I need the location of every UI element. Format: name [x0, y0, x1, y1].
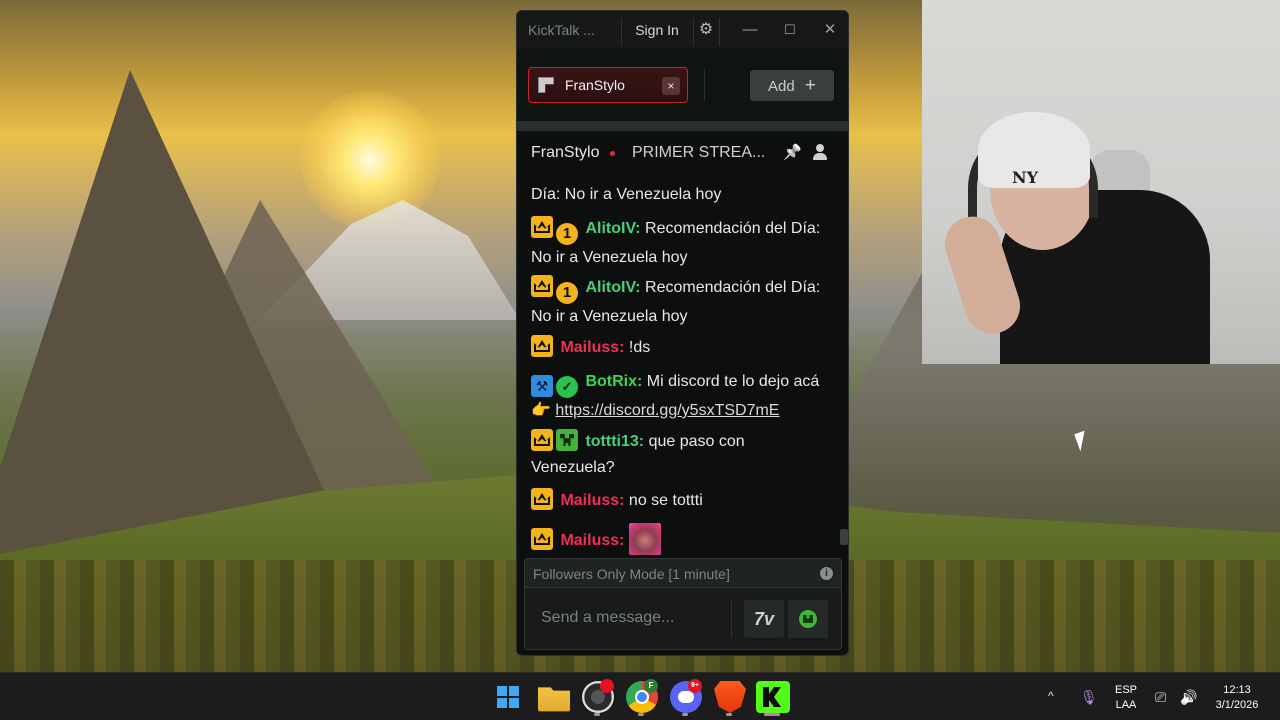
- clock-time[interactable]: 12:13: [1208, 683, 1266, 697]
- tab-franstylo[interactable]: FranStylo ×: [528, 67, 688, 103]
- gear-icon[interactable]: ⚙: [693, 17, 719, 43]
- chat-message: Mailuss: no se tottti: [531, 488, 831, 514]
- window-title: KickTalk ...: [528, 22, 595, 38]
- header-divider: [517, 121, 848, 131]
- channel-name: FranStylo: [531, 144, 600, 161]
- chat-log[interactable]: Día: No ir a Venezuela hoy 1 AlitoIV: Re…: [517, 173, 848, 557]
- hat-logo: NY: [1012, 168, 1039, 187]
- obs-notification-badge: [600, 679, 614, 693]
- subscriber-badge-icon: 1: [556, 282, 578, 304]
- title-bar[interactable]: KickTalk ... Sign In ⚙ — ☐ ✕: [517, 11, 848, 49]
- crown-badge-icon: [531, 488, 553, 510]
- chat-message: 1 AlitoIV: Recomendación del Día: No ir …: [531, 216, 831, 271]
- channel-avatar-icon: [538, 77, 554, 93]
- discord-link[interactable]: https://discord.gg/y5sxTSD7mE: [555, 402, 779, 419]
- clock-date[interactable]: 3/1/2026: [1208, 698, 1266, 712]
- chat-message: Mailuss:: [531, 523, 831, 555]
- chevron-up-icon[interactable]: ^: [1048, 689, 1054, 703]
- active-window-indicator: [764, 713, 780, 716]
- minimize-icon[interactable]: —: [735, 17, 765, 43]
- sign-in-button[interactable]: Sign In: [621, 17, 693, 43]
- crown-badge-icon: [531, 429, 553, 451]
- message-input[interactable]: [541, 609, 731, 627]
- message-text: Mi discord te lo dejo acá: [646, 373, 820, 390]
- chat-username[interactable]: tottti13:: [585, 433, 644, 450]
- tab-label: FranStylo: [565, 77, 625, 93]
- message-text: !ds: [628, 339, 651, 356]
- chat-username[interactable]: AlitoIV:: [585, 279, 640, 296]
- kick-emote-button[interactable]: [788, 600, 828, 638]
- crown-badge-icon: [531, 216, 553, 238]
- running-indicator: [682, 713, 688, 716]
- followers-only-text: Followers Only Mode [1 minute]: [533, 566, 730, 582]
- chat-username[interactable]: Mailuss:: [560, 532, 624, 549]
- maximize-icon[interactable]: ☐: [775, 17, 805, 43]
- channel-tab-bar: FranStylo × Add +: [517, 49, 848, 121]
- chat-message: Mailuss: !ds: [531, 335, 831, 361]
- crown-badge-icon: [531, 335, 553, 357]
- kicktalk-window: KickTalk ... Sign In ⚙ — ☐ ✕ FranStylo ×…: [516, 10, 849, 656]
- stream-title: PRIMER STREA...: [632, 144, 766, 161]
- channel-header: FranStylo PRIMER STREA... 📌: [517, 131, 848, 173]
- chat-username[interactable]: AlitoIV:: [585, 220, 640, 237]
- chat-message: ⚒ ✓ BotRix: Mi discord te lo dejo acá 👉 h…: [531, 369, 831, 424]
- add-channel-button[interactable]: Add +: [750, 70, 834, 101]
- running-indicator: [638, 713, 644, 716]
- crown-badge-icon: [531, 275, 553, 297]
- network-icon[interactable]: ⎚: [1155, 689, 1166, 706]
- add-button-label: Add: [768, 78, 795, 95]
- subscriber-badge-icon: 1: [556, 223, 578, 245]
- chat-message: Día: No ir a Venezuela hoy: [531, 182, 831, 208]
- running-indicator: [726, 713, 732, 716]
- running-indicator: [594, 713, 600, 716]
- tab-divider: [704, 69, 705, 101]
- chat-username[interactable]: BotRix:: [585, 373, 642, 390]
- tab-close-icon[interactable]: ×: [662, 77, 680, 95]
- user-icon[interactable]: [813, 144, 827, 160]
- volume-icon[interactable]: 🔊: [1180, 689, 1197, 706]
- crown-badge-icon: [531, 528, 553, 550]
- creeper-emote-icon: [799, 610, 817, 628]
- 7tv-emote-button[interactable]: 7v: [744, 600, 784, 638]
- taskbar: F 9+ ^ 🎙 ESP LAA ⎚ 🔊 12:13 3/1/2026: [0, 672, 1280, 720]
- plus-icon: +: [804, 75, 816, 96]
- chat-input-box: 7v: [524, 588, 842, 650]
- chat-message: tottti13: que paso con Venezuela?: [531, 429, 831, 481]
- followers-only-notice: Followers Only Mode [1 minute] i: [524, 558, 842, 588]
- language-indicator-top[interactable]: ESP: [1112, 683, 1140, 697]
- creeper-badge-icon: [556, 429, 578, 451]
- file-explorer-icon[interactable]: [538, 687, 570, 712]
- kick-icon[interactable]: [756, 681, 790, 713]
- microphone-icon[interactable]: 🎙: [1080, 689, 1098, 706]
- live-indicator: [610, 151, 615, 156]
- emote-image[interactable]: [628, 523, 661, 555]
- windows-start-icon[interactable]: [497, 686, 519, 708]
- chrome-profile-badge: F: [644, 679, 658, 693]
- input-separator: [731, 600, 732, 638]
- language-indicator-bottom[interactable]: LAA: [1112, 698, 1140, 712]
- bot-badge-icon: ⚒: [531, 375, 553, 397]
- chat-scrollbar[interactable]: [840, 529, 848, 545]
- close-icon[interactable]: ✕: [815, 17, 845, 43]
- verified-badge-icon: ✓: [556, 376, 578, 398]
- message-text: no se tottti: [628, 492, 703, 509]
- chat-username[interactable]: Mailuss:: [560, 492, 624, 509]
- brave-icon[interactable]: [714, 681, 746, 713]
- pointing-hand-emoji: 👉: [531, 402, 551, 419]
- chat-username[interactable]: Mailuss:: [560, 339, 624, 356]
- pin-icon[interactable]: 📌: [783, 143, 802, 161]
- chat-message: 1 AlitoIV: Recomendación del Día: No ir …: [531, 275, 831, 330]
- message-text: Día: No ir a Venezuela hoy: [531, 186, 722, 203]
- discord-notification-badge: 9+: [688, 679, 702, 693]
- title-separator: [719, 18, 720, 46]
- info-icon[interactable]: i: [820, 567, 833, 580]
